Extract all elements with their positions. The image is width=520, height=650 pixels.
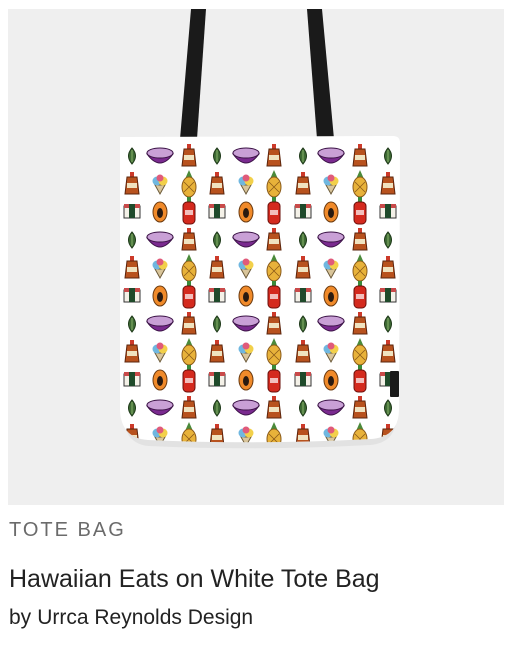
spam-musubi-icon bbox=[294, 288, 312, 303]
product-category: TOTE BAG bbox=[9, 519, 126, 541]
spam-musubi-icon bbox=[208, 204, 226, 219]
product-title[interactable]: Hawaiian Eats on White Tote Bag bbox=[9, 565, 380, 594]
papaya-icon bbox=[238, 369, 254, 391]
papaya-icon bbox=[323, 369, 339, 391]
spam-musubi-icon bbox=[208, 288, 226, 303]
papaya-icon bbox=[323, 201, 339, 223]
spam-musubi-icon bbox=[379, 204, 397, 219]
artist-line: by Urrca Reynolds Design bbox=[9, 606, 253, 630]
papaya-icon bbox=[152, 201, 168, 223]
spam-musubi-icon bbox=[294, 204, 312, 219]
papaya-icon bbox=[238, 285, 254, 307]
artist-link[interactable]: Urrca Reynolds Design bbox=[37, 606, 253, 629]
left-strap bbox=[180, 9, 206, 139]
spam-musubi-icon bbox=[123, 288, 141, 303]
papaya-icon bbox=[238, 201, 254, 223]
tote-bag-illustration bbox=[120, 9, 400, 449]
product-image[interactable] bbox=[8, 9, 504, 505]
artist-prefix: by bbox=[9, 606, 32, 629]
bag-label-tag bbox=[390, 371, 399, 397]
right-strap bbox=[307, 9, 334, 139]
product-card[interactable]: TOTE BAG Hawaiian Eats on White Tote Bag… bbox=[0, 0, 520, 650]
spam-musubi-icon bbox=[123, 372, 141, 387]
papaya-icon bbox=[323, 285, 339, 307]
spam-musubi-icon bbox=[294, 372, 312, 387]
spam-musubi-icon bbox=[123, 204, 141, 219]
spam-musubi-icon bbox=[379, 288, 397, 303]
spam-musubi-icon bbox=[208, 372, 226, 387]
papaya-icon bbox=[152, 369, 168, 391]
papaya-icon bbox=[152, 285, 168, 307]
